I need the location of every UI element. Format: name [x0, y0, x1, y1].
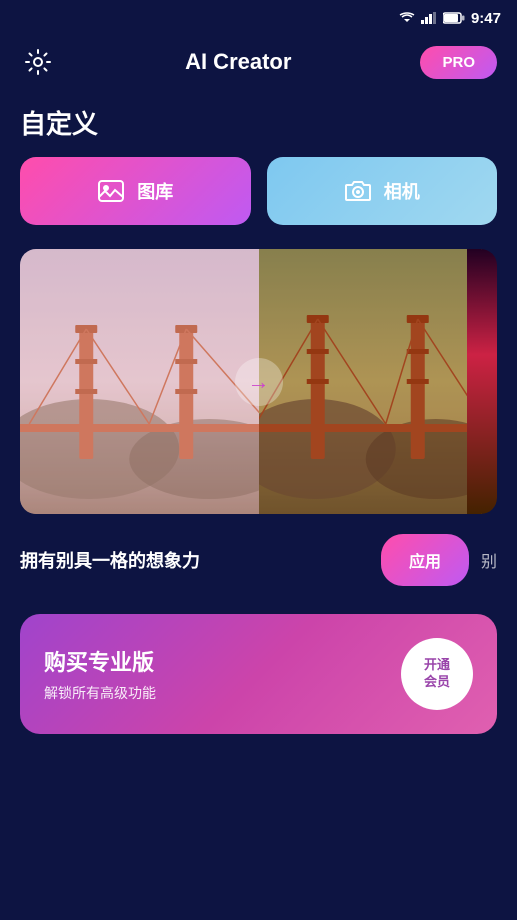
image-original — [20, 249, 259, 514]
image-peek — [467, 249, 497, 514]
image-comparison: → — [20, 249, 497, 514]
gallery-label: 图库 — [137, 178, 173, 204]
section-title: 自定义 — [0, 96, 517, 157]
image-filtered — [259, 249, 483, 514]
battery-icon — [443, 12, 465, 24]
wifi-icon — [399, 12, 415, 24]
camera-label: 相机 — [384, 178, 420, 204]
gallery-button[interactable]: 图库 — [20, 157, 251, 225]
pro-badge-button[interactable]: PRO — [420, 46, 497, 79]
app-title: AI Creator — [185, 49, 291, 75]
signal-icon — [421, 12, 437, 24]
pro-purchase-card: 购买专业版 解锁所有高级功能 开通 会员 — [20, 614, 497, 734]
image-icon — [97, 177, 125, 205]
status-bar: 9:47 — [0, 0, 517, 36]
camera-button[interactable]: 相机 — [267, 157, 498, 225]
camera-icon — [344, 177, 372, 205]
subscribe-line2: 会员 — [424, 674, 450, 691]
subscribe-line1: 开通 — [424, 657, 450, 674]
compare-arrow[interactable]: → — [235, 358, 283, 406]
apply-next-label: 别 — [481, 548, 497, 572]
apply-description: 拥有别具一格的想象力 — [20, 547, 369, 573]
action-buttons-row: 图库 相机 — [0, 157, 517, 249]
pro-card-title: 购买专业版 — [44, 645, 401, 677]
apply-bar: 拥有别具一格的想象力 应用 别 — [0, 514, 517, 606]
status-time: 9:47 — [471, 10, 501, 27]
pro-card-content: 购买专业版 解锁所有高级功能 — [44, 645, 401, 703]
pro-card-subtitle: 解锁所有高级功能 — [44, 683, 401, 703]
settings-button[interactable] — [20, 44, 56, 80]
arrow-symbol: → — [248, 369, 270, 395]
subscribe-button[interactable]: 开通 会员 — [401, 638, 473, 710]
apply-button[interactable]: 应用 — [381, 534, 469, 586]
status-icons: 9:47 — [399, 10, 501, 27]
app-header: AI Creator PRO — [0, 36, 517, 96]
